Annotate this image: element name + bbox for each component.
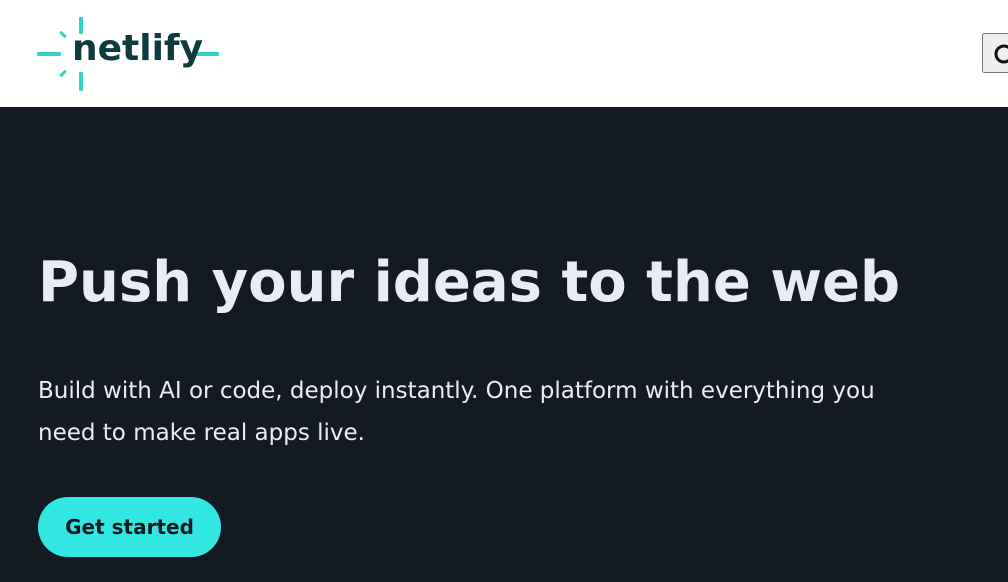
- get-started-button[interactable]: Get started: [38, 497, 221, 557]
- hero-subtitle: Build with AI or code, deploy instantly.…: [38, 378, 875, 446]
- netlify-logo-link[interactable]: netlify: [36, 16, 226, 92]
- logo-wordmark: netlify: [72, 28, 204, 69]
- search-icon: [994, 44, 1008, 64]
- hero-title: Push your ideas to the web: [38, 250, 901, 315]
- site-header: netlify: [0, 0, 1008, 107]
- search-button[interactable]: [982, 33, 1008, 73]
- hero-section: Push your ideas to the web Build with AI…: [0, 107, 1008, 582]
- netlify-homepage: netlify Push your ideas to the web Build…: [0, 0, 1008, 582]
